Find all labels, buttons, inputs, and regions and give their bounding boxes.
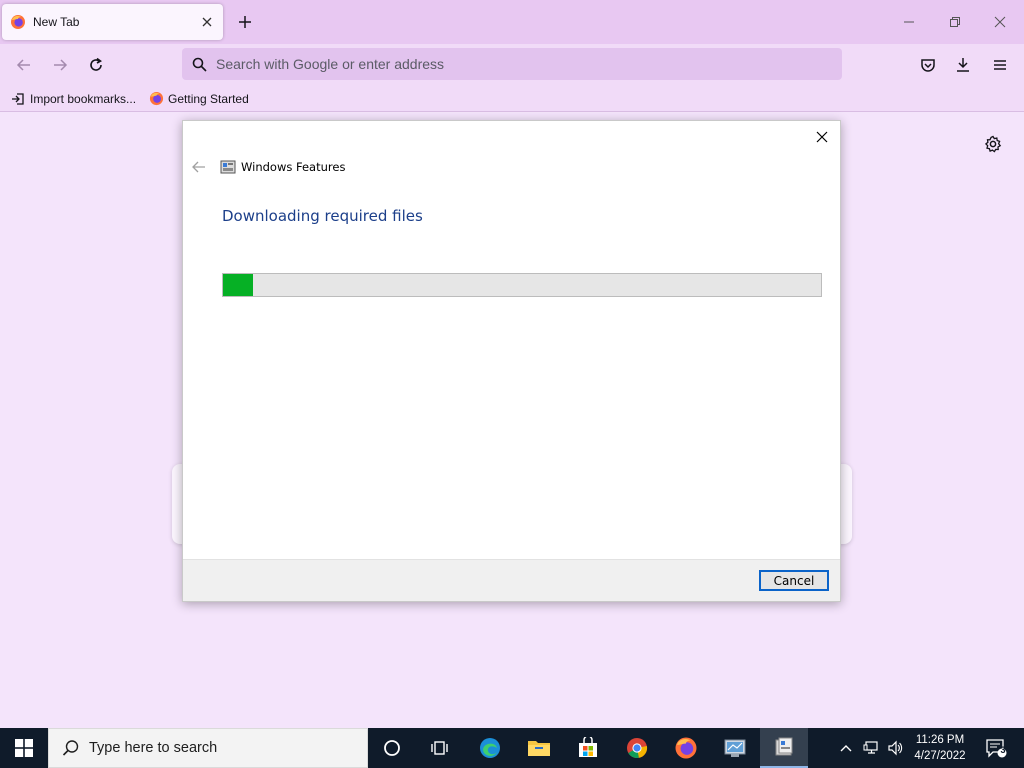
pocket-button[interactable] <box>916 53 940 77</box>
tab-new-tab[interactable]: New Tab <box>2 4 223 40</box>
system-clock[interactable]: 11:26 PM 4/27/2022 <box>904 732 976 764</box>
firefox-icon <box>675 737 697 759</box>
action-center-button[interactable]: 3 <box>976 728 1016 768</box>
clock-time: 11:26 PM <box>915 734 965 746</box>
windows-taskbar: Type here to search 11:26 PM 4/27/2022 3 <box>0 728 1024 768</box>
download-progress-bar <box>222 273 822 297</box>
reload-icon <box>90 57 102 71</box>
firefox-icon <box>11 15 25 29</box>
taskbar-chrome[interactable] <box>613 728 661 768</box>
start-button[interactable] <box>0 728 48 768</box>
dialog-close-button[interactable] <box>812 127 832 147</box>
speaker-icon <box>888 740 903 756</box>
control-panel-icon <box>724 739 746 757</box>
download-icon <box>957 58 969 72</box>
network-icon <box>863 741 878 754</box>
close-window-button[interactable] <box>988 10 1012 34</box>
edge-icon <box>480 738 500 758</box>
search-icon <box>190 55 208 73</box>
tab-title: New Tab <box>33 15 80 29</box>
bookmark-getting-started[interactable]: Getting Started <box>148 91 249 107</box>
customize-settings-button[interactable] <box>982 133 1004 155</box>
notification-count: 3 <box>1000 745 1006 755</box>
cancel-button[interactable]: Cancel <box>759 570 829 591</box>
progress-fill <box>223 274 253 296</box>
bookmark-label: Getting Started <box>168 91 249 106</box>
bookmarks-toolbar: Import bookmarks... Getting Started <box>0 86 1024 112</box>
windows-features-icon <box>220 160 236 174</box>
volume-button[interactable] <box>884 728 906 768</box>
dialog-back-button[interactable] <box>191 159 207 175</box>
arrow-left-icon <box>192 161 205 173</box>
taskbar-control-panel[interactable] <box>711 728 759 768</box>
url-bar[interactable] <box>182 48 842 80</box>
restore-button[interactable] <box>943 10 967 34</box>
search-icon <box>61 738 81 758</box>
chevron-up-icon <box>840 745 852 752</box>
arrow-right-icon <box>54 59 68 71</box>
navigation-toolbar <box>0 44 1024 86</box>
hamburger-menu-icon <box>994 60 1006 70</box>
forward-button[interactable] <box>48 53 72 77</box>
task-view-icon <box>431 741 448 755</box>
dialog-footer: Cancel <box>183 559 840 601</box>
network-button[interactable] <box>860 728 882 768</box>
taskbar-windows-features[interactable] <box>760 728 808 768</box>
pocket-icon <box>921 59 935 72</box>
downloads-button[interactable] <box>951 53 975 77</box>
windows-logo-icon <box>15 739 33 757</box>
arrow-left-icon <box>16 59 30 71</box>
bookmark-label: Import bookmarks... <box>30 91 137 106</box>
cortana-icon <box>384 740 400 756</box>
tab-close-icon[interactable] <box>199 14 215 30</box>
close-icon <box>994 16 1006 28</box>
windows-features-icon <box>775 737 793 756</box>
restore-icon <box>950 17 960 27</box>
clock-date: 4/27/2022 <box>914 750 966 762</box>
show-hidden-icons-button[interactable] <box>836 728 856 768</box>
taskbar-search-placeholder: Type here to search <box>89 740 218 756</box>
browser-titlebar: New Tab <box>0 0 1024 44</box>
minimize-button[interactable] <box>897 10 921 34</box>
store-icon <box>579 737 597 757</box>
taskbar-edge[interactable] <box>466 728 514 768</box>
folder-icon <box>528 741 550 756</box>
firefox-icon <box>148 91 164 107</box>
minimize-icon <box>904 21 914 23</box>
close-icon <box>816 131 828 143</box>
taskbar-firefox[interactable] <box>662 728 710 768</box>
taskbar-search-box[interactable]: Type here to search <box>48 728 368 768</box>
bookmark-import[interactable]: Import bookmarks... <box>10 91 136 107</box>
reload-button[interactable] <box>84 53 108 77</box>
import-icon <box>10 91 26 107</box>
dialog-title: Windows Features <box>241 160 346 174</box>
back-button[interactable] <box>12 53 36 77</box>
dialog-heading: Downloading required files <box>222 207 423 225</box>
task-view-button[interactable] <box>416 728 464 768</box>
taskbar-store[interactable] <box>564 728 612 768</box>
chrome-icon <box>627 738 648 759</box>
taskbar-file-explorer[interactable] <box>515 728 563 768</box>
new-tab-button[interactable] <box>234 11 256 33</box>
windows-features-dialog: Windows Features Downloading required fi… <box>182 120 841 602</box>
menu-button[interactable] <box>988 53 1012 77</box>
cortana-button[interactable] <box>368 728 416 768</box>
gear-icon <box>984 135 1002 153</box>
plus-icon <box>239 16 251 28</box>
url-input[interactable] <box>216 56 776 72</box>
